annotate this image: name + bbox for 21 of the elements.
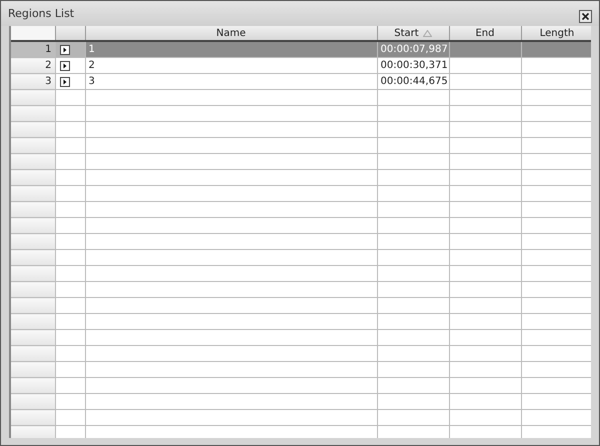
column-header[interactable]: Name: [85, 26, 377, 41]
row-number: 2: [11, 58, 55, 74]
table-cell: 1: [85, 41, 377, 58]
row-number: 1: [11, 41, 55, 58]
column-header[interactable]: Length: [521, 26, 591, 41]
column-header: [55, 26, 85, 41]
table-cell: 2: [85, 58, 377, 74]
table-cell: 3: [85, 74, 377, 90]
window-title: Regions List: [8, 7, 74, 20]
column-header[interactable]: Start: [377, 26, 449, 41]
table-cell: 00:00:07,987: [377, 41, 449, 58]
play-icon[interactable]: [60, 76, 70, 86]
column-header[interactable]: End: [449, 26, 521, 41]
close-button[interactable]: [579, 10, 592, 23]
play-icon[interactable]: [60, 60, 70, 70]
table-cell: 00:00:30,371: [377, 58, 449, 74]
table-cell: 00:00:44,675: [377, 74, 449, 90]
sort-ascending-icon: [422, 30, 432, 36]
close-icon: [581, 12, 590, 21]
row-number: 3: [11, 74, 55, 90]
play-icon[interactable]: [60, 44, 70, 54]
